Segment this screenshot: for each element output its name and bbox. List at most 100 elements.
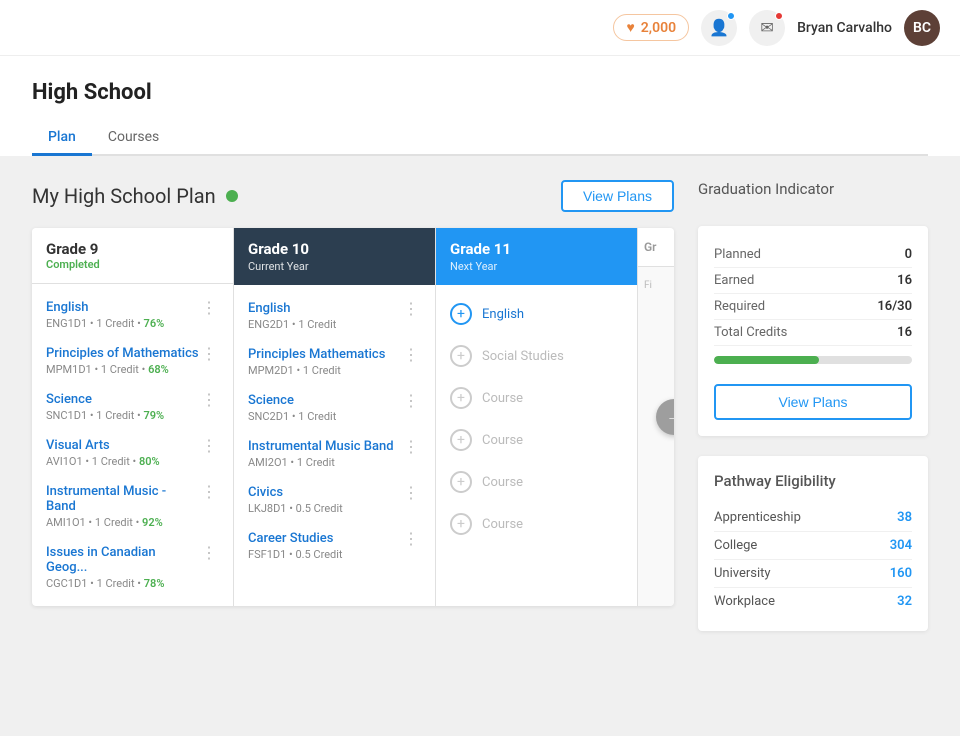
course-more-icon[interactable]: ⋮ bbox=[199, 545, 219, 561]
page-wrapper: High School Plan Courses My High School … bbox=[0, 56, 960, 736]
tab-courses[interactable]: Courses bbox=[92, 121, 175, 156]
add-course4-item[interactable]: + Course bbox=[436, 503, 637, 545]
course-more-icon[interactable]: ⋮ bbox=[401, 485, 421, 501]
pathway-row-apprenticeship: Apprenticeship 38 bbox=[714, 504, 912, 532]
course-more-icon[interactable]: ⋮ bbox=[401, 347, 421, 363]
course-name: Principles of Mathematics bbox=[46, 346, 199, 361]
points-value: 2,000 bbox=[641, 20, 676, 36]
pathway-row-workplace: Workplace 32 bbox=[714, 588, 912, 615]
course-more-icon[interactable]: ⋮ bbox=[199, 392, 219, 408]
notifications-button[interactable]: 👤 bbox=[701, 10, 737, 46]
course-more-icon[interactable]: ⋮ bbox=[199, 300, 219, 316]
course-more-icon[interactable]: ⋮ bbox=[401, 439, 421, 455]
add-social-item[interactable]: + Social Studies bbox=[436, 335, 637, 377]
course-more-icon[interactable]: ⋮ bbox=[199, 346, 219, 362]
course-name: English bbox=[248, 301, 401, 316]
grade9-label: Grade 9 bbox=[46, 240, 219, 258]
view-plans-button-top[interactable]: View Plans bbox=[561, 180, 674, 212]
pathway-row-college: College 304 bbox=[714, 532, 912, 560]
course-more-icon[interactable]: ⋮ bbox=[199, 438, 219, 454]
page-header: High School Plan Courses bbox=[0, 56, 960, 156]
course-more-icon[interactable]: ⋮ bbox=[401, 393, 421, 409]
avatar: BC bbox=[904, 10, 940, 46]
pathway-value-workplace: 32 bbox=[897, 594, 912, 609]
grade11-header: Grade 11 Next Year bbox=[436, 228, 637, 285]
add-english-circle[interactable]: + bbox=[450, 303, 472, 325]
list-item[interactable]: Science SNC2D1 • 1 Credit ⋮ bbox=[234, 385, 435, 431]
header-right: ♥ 2,000 👤 ✉ Bryan Carvalho BC bbox=[613, 10, 940, 46]
grade11-sub: Next Year bbox=[450, 260, 623, 273]
grade11-column: Grade 11 Next Year + English + Social St… bbox=[436, 228, 638, 606]
pathway-label-workplace: Workplace bbox=[714, 594, 775, 609]
add-english-label: English bbox=[482, 307, 524, 322]
add-course2-label: Course bbox=[482, 433, 523, 448]
grade10-body: English ENG2D1 • 1 Credit ⋮ Principles M… bbox=[234, 285, 435, 577]
add-course3-item[interactable]: + Course bbox=[436, 461, 637, 503]
course-more-icon[interactable]: ⋮ bbox=[401, 301, 421, 317]
avatar-initials: BC bbox=[913, 20, 931, 36]
grade10-sub: Current Year bbox=[248, 260, 421, 273]
list-item[interactable]: English ENG2D1 • 1 Credit ⋮ bbox=[234, 293, 435, 339]
add-course3-label: Course bbox=[482, 475, 523, 490]
add-course1-label: Course bbox=[482, 391, 523, 406]
add-course4-label: Course bbox=[482, 517, 523, 532]
pathway-card: Pathway Eligibility Apprenticeship 38 Co… bbox=[698, 456, 928, 631]
list-item[interactable]: Issues in Canadian Geog... CGC1D1 • 1 Cr… bbox=[32, 537, 233, 598]
pathway-value-university: 160 bbox=[890, 566, 912, 581]
grad-label-planned: Planned bbox=[714, 247, 761, 262]
pathway-value-college: 304 bbox=[890, 538, 912, 553]
grade-partial-header: Gr bbox=[638, 228, 674, 267]
grade-columns: Grade 9 Completed English ENG1D1 • 1 Cre… bbox=[32, 228, 674, 606]
list-item[interactable]: Instrumental Music Band AMI2O1 • 1 Credi… bbox=[234, 431, 435, 477]
progress-bar-fill bbox=[714, 356, 819, 364]
app-header: ♥ 2,000 👤 ✉ Bryan Carvalho BC bbox=[0, 0, 960, 56]
list-item[interactable]: Principles of Mathematics MPM1D1 • 1 Cre… bbox=[32, 338, 233, 384]
grade10-header: Grade 10 Current Year bbox=[234, 228, 435, 285]
add-course3-circle[interactable]: + bbox=[450, 471, 472, 493]
grade9-header: Grade 9 Completed bbox=[32, 228, 233, 284]
add-course2-circle[interactable]: + bbox=[450, 429, 472, 451]
list-item[interactable]: Career Studies FSF1D1 • 0.5 Credit ⋮ bbox=[234, 523, 435, 569]
course-name: Instrumental Music Band bbox=[248, 439, 401, 454]
list-item[interactable]: Visual Arts AVI1O1 • 1 Credit • 80% ⋮ bbox=[32, 430, 233, 476]
add-course1-item[interactable]: + Course bbox=[436, 377, 637, 419]
course-meta: MPM1D1 • 1 Credit • 68% bbox=[46, 363, 199, 376]
view-plans-button-card[interactable]: View Plans bbox=[714, 384, 912, 420]
course-name: English bbox=[46, 300, 199, 315]
grad-row-total: Total Credits 16 bbox=[714, 320, 912, 346]
course-more-icon[interactable]: ⋮ bbox=[199, 484, 219, 500]
right-panel: Graduation Indicator Planned 0 Earned 16… bbox=[698, 180, 928, 712]
grad-label-total: Total Credits bbox=[714, 325, 787, 340]
graduation-card: Planned 0 Earned 16 Required 16/30 Total… bbox=[698, 226, 928, 436]
course-meta: AMI2O1 • 1 Credit bbox=[248, 456, 401, 469]
list-item[interactable]: Principles Mathematics MPM2D1 • 1 Credit… bbox=[234, 339, 435, 385]
plan-title-row: My High School Plan bbox=[32, 184, 238, 208]
course-name: Issues in Canadian Geog... bbox=[46, 545, 199, 575]
pathway-label-apprenticeship: Apprenticeship bbox=[714, 510, 801, 525]
grade10-column: Grade 10 Current Year English ENG2D1 • 1… bbox=[234, 228, 436, 606]
messages-button[interactable]: ✉ bbox=[749, 10, 785, 46]
grad-label-required: Required bbox=[714, 299, 765, 314]
add-social-circle[interactable]: + bbox=[450, 345, 472, 367]
list-item[interactable]: Civics LKJ8D1 • 0.5 Credit ⋮ bbox=[234, 477, 435, 523]
course-name: Principles Mathematics bbox=[248, 347, 401, 362]
add-english-item[interactable]: + English bbox=[436, 293, 637, 335]
list-item[interactable]: Science SNC1D1 • 1 Credit • 79% ⋮ bbox=[32, 384, 233, 430]
mail-badge bbox=[775, 12, 783, 20]
list-item[interactable]: English ENG1D1 • 1 Credit • 76% ⋮ bbox=[32, 292, 233, 338]
course-more-icon[interactable]: ⋮ bbox=[401, 531, 421, 547]
grade10-label: Grade 10 bbox=[248, 240, 421, 258]
grad-row-planned: Planned 0 bbox=[714, 242, 912, 268]
plan-area: My High School Plan View Plans Grade 9 C… bbox=[32, 180, 674, 712]
add-course4-circle[interactable]: + bbox=[450, 513, 472, 535]
grad-value-total: 16 bbox=[897, 325, 912, 340]
grade11-label: Grade 11 bbox=[450, 240, 623, 258]
tab-plan[interactable]: Plan bbox=[32, 121, 92, 156]
grade9-column: Grade 9 Completed English ENG1D1 • 1 Cre… bbox=[32, 228, 234, 606]
add-course1-circle[interactable]: + bbox=[450, 387, 472, 409]
person-icon: 👤 bbox=[709, 18, 729, 38]
course-name: Civics bbox=[248, 485, 401, 500]
person-badge bbox=[727, 12, 735, 20]
add-course2-item[interactable]: + Course bbox=[436, 419, 637, 461]
list-item[interactable]: Instrumental Music - Band AMI1O1 • 1 Cre… bbox=[32, 476, 233, 537]
